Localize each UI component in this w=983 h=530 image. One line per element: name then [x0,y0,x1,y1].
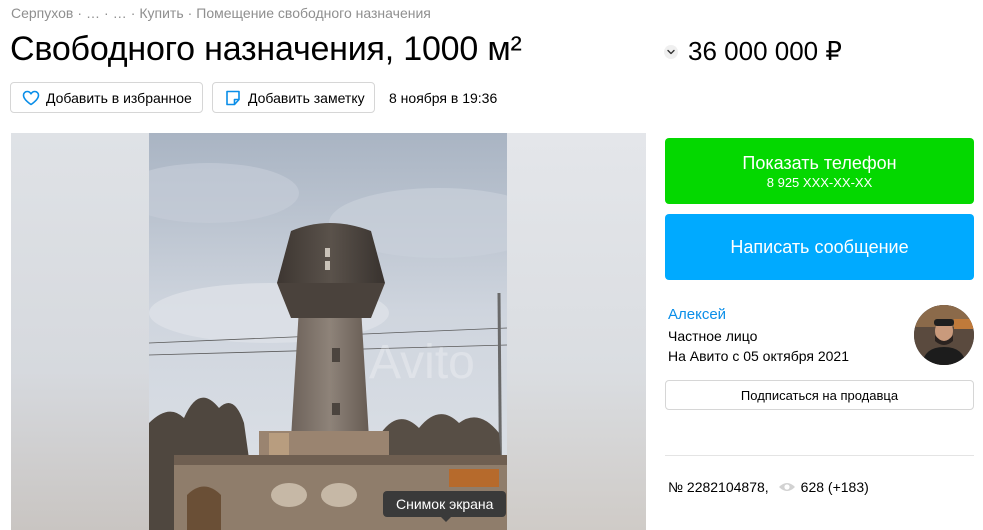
gallery-backdrop-left [11,133,149,530]
heart-icon [22,90,40,106]
screenshot-tooltip: Снимок экрана [383,491,507,522]
phone-masked: 8 925 XXX-XX-XX [766,174,873,190]
price-block: 36 000 000 ₽ [664,36,842,67]
breadcrumb-item-category[interactable]: Помещение свободного назначения [196,5,431,21]
listing-date: 8 ноября в 19:36 [389,90,498,106]
view-count: 628 (+183) [800,479,869,495]
avatar[interactable] [914,305,974,365]
listing-number: № 2282104878, [668,479,769,495]
write-message-button[interactable]: Написать сообщение [665,214,974,280]
eye-icon [778,481,796,493]
breadcrumb-item-buy[interactable]: Купить [139,5,183,21]
breadcrumb-item-collapsed-1[interactable]: … [86,5,100,21]
seller-since: На Авито с 05 октября 2021 [668,348,849,364]
divider [665,455,974,456]
breadcrumb-item-collapsed-2[interactable]: … [113,5,127,21]
price: 36 000 000 ₽ [688,36,842,66]
gallery-backdrop-right [506,133,646,530]
breadcrumb: Серпухов ·… ·… · Купить · Помещение свободного… [11,5,431,21]
show-phone-button[interactable]: Показать телефон 8 925 XXX-XX-XX [665,138,974,204]
listing-meta: № 2282104878, 628 (+183) [668,479,869,495]
add-note-button[interactable]: Добавить заметку [212,82,375,113]
add-to-favorites-button[interactable]: Добавить в избранное [10,82,203,113]
seller-type: Частное лицо [668,328,758,344]
photo-gallery[interactable]: Avito [11,133,646,530]
add-note-label: Добавить заметку [248,89,365,106]
chevron-down-icon[interactable] [664,44,678,59]
watermark-logo: Avito [369,336,475,389]
breadcrumb-item-city[interactable]: Серпухов [11,5,73,21]
seller-name-link[interactable]: Алексей [668,306,726,323]
show-phone-label: Показать телефон [742,152,897,173]
add-to-favorites-label: Добавить в избранное [46,89,192,106]
listing-photo[interactable]: Avito [149,133,507,530]
subscribe-seller-button[interactable]: Подписаться на продавца [665,380,974,410]
page-title: Свободного назначения, 1000 м² [10,30,522,68]
note-icon [224,89,242,107]
